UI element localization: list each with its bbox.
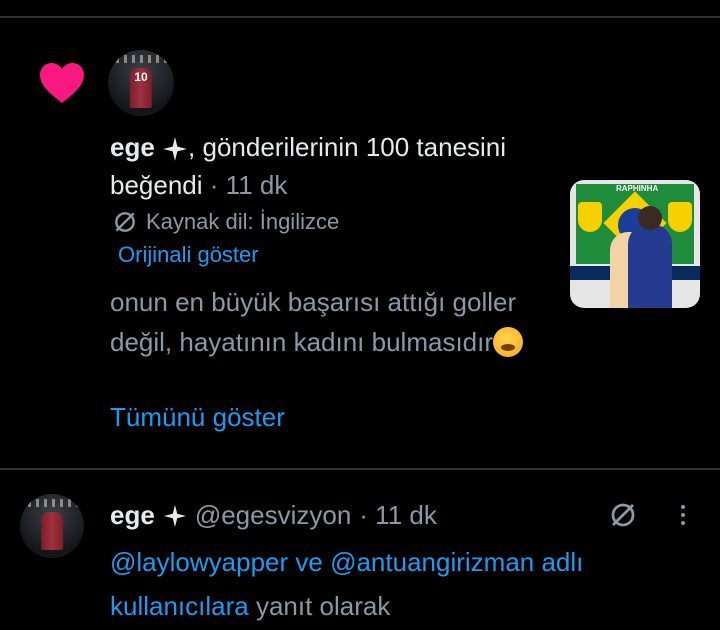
- post-text[interactable]: onun en büyük başarısı attığı goller değ…: [110, 282, 540, 362]
- avatar-number: 10: [134, 69, 148, 84]
- heart-icon: [40, 63, 84, 103]
- show-all-link[interactable]: Tümünü göster: [110, 402, 285, 433]
- divider: [0, 468, 720, 470]
- like-notification-text[interactable]: ege , gönderilerinin 100 tanesini beğend…: [110, 128, 530, 204]
- avatar[interactable]: 10: [108, 50, 174, 116]
- tweet-header: ege @egesvizyon · 11 dk: [110, 500, 437, 531]
- translate-icon: [115, 212, 135, 232]
- translated-text: Kaynak dil: İngilizce: [146, 209, 340, 234]
- reply-user-link[interactable]: @laylowyapper: [110, 547, 288, 577]
- tweet-avatar[interactable]: [20, 494, 84, 558]
- verified-star-icon: [163, 504, 186, 527]
- show-original-link[interactable]: Orijinali göster: [118, 242, 259, 268]
- verified-star-icon: [163, 137, 187, 162]
- reply-context: @laylowyapper ve @antuangirizman adlı ku…: [110, 540, 710, 628]
- tweet-time[interactable]: · 11 dk: [359, 500, 437, 531]
- thumbnail-caption: RAPHINHA: [616, 184, 659, 193]
- more-icon[interactable]: [668, 500, 698, 530]
- yawning-emoji-icon: [493, 327, 524, 357]
- post-text-content: onun en büyük başarısı attığı goller değ…: [110, 287, 517, 357]
- notification-time: · 11 dk: [209, 170, 288, 200]
- tweet-user-name[interactable]: ege: [110, 500, 155, 531]
- top-divider: [0, 16, 720, 18]
- reply-suffix: yanıt olarak: [255, 591, 391, 621]
- tweet-handle[interactable]: @egesvizyon: [195, 500, 351, 531]
- notification-user-name[interactable]: ege: [110, 132, 155, 162]
- translated-label: Kaynak dil: İngilizce: [112, 209, 339, 235]
- translate-icon[interactable]: [608, 500, 638, 530]
- reply-and: ve: [295, 547, 323, 577]
- post-thumbnail[interactable]: RAPHINHA: [570, 180, 700, 308]
